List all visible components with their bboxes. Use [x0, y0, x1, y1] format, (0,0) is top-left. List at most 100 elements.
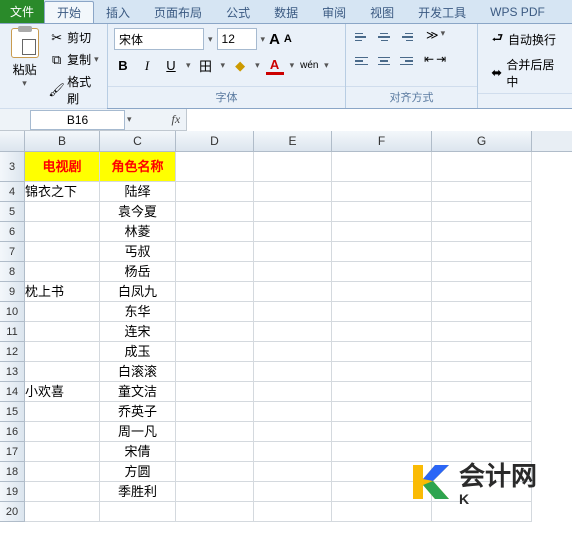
cell[interactable]	[254, 462, 332, 482]
row-header[interactable]: 6	[0, 222, 25, 242]
tab-wpspdf[interactable]: WPS PDF	[478, 1, 557, 23]
cell[interactable]	[25, 322, 100, 342]
cell[interactable]: 成玉	[100, 342, 176, 362]
cell[interactable]: 方圆	[100, 462, 176, 482]
cell[interactable]: 角色名称	[100, 152, 176, 182]
indent-dec-button[interactable]: ⇤	[424, 52, 434, 70]
cell[interactable]	[432, 342, 532, 362]
bold-button[interactable]: B	[114, 58, 132, 73]
font-color-button[interactable]: A	[266, 57, 284, 75]
cell[interactable]	[254, 302, 332, 322]
align-top-center-button[interactable]	[374, 28, 394, 46]
cell[interactable]	[254, 282, 332, 302]
cell[interactable]	[332, 152, 432, 182]
cell[interactable]	[332, 322, 432, 342]
chevron-down-icon[interactable]: ▾	[186, 60, 191, 71]
chevron-down-icon[interactable]: ▾	[208, 34, 213, 45]
cell[interactable]	[176, 222, 254, 242]
cell[interactable]	[176, 382, 254, 402]
cell[interactable]	[332, 422, 432, 442]
cell[interactable]	[332, 242, 432, 262]
chevron-down-icon[interactable]: ▾	[324, 60, 329, 71]
fx-icon[interactable]: fx	[172, 112, 181, 127]
cell[interactable]: 乔英子	[100, 402, 176, 422]
cell[interactable]	[254, 322, 332, 342]
cell[interactable]: 季胜利	[100, 482, 176, 502]
cell[interactable]	[332, 382, 432, 402]
wrap-text-button[interactable]: ⮐自动换行	[488, 30, 562, 49]
cell[interactable]	[25, 442, 100, 462]
cell[interactable]: 袁今夏	[100, 202, 176, 222]
col-header-e[interactable]: E	[254, 131, 332, 151]
row-header[interactable]: 16	[0, 422, 25, 442]
cell[interactable]	[176, 362, 254, 382]
cell[interactable]	[176, 182, 254, 202]
cell[interactable]	[176, 302, 254, 322]
col-header-b[interactable]: B	[25, 131, 100, 151]
cell[interactable]	[25, 462, 100, 482]
merge-center-button[interactable]: ⬌合并后居中	[488, 55, 562, 91]
phonetic-button[interactable]: wén	[300, 60, 318, 71]
row-header[interactable]: 11	[0, 322, 25, 342]
row-header[interactable]: 19	[0, 482, 25, 502]
formula-input[interactable]	[186, 109, 572, 131]
cell[interactable]	[254, 152, 332, 182]
row-header[interactable]: 18	[0, 462, 25, 482]
copy-button[interactable]: ⧉复制▾	[47, 50, 101, 69]
cell[interactable]: 丐叔	[100, 242, 176, 262]
align-top-left-button[interactable]	[352, 28, 372, 46]
cell[interactable]	[254, 182, 332, 202]
cell[interactable]	[332, 182, 432, 202]
cell[interactable]	[254, 422, 332, 442]
chevron-down-icon[interactable]: ▾	[221, 60, 226, 71]
grow-font-button[interactable]: A	[269, 31, 280, 48]
cell[interactable]: 陆绎	[100, 182, 176, 202]
cell[interactable]	[432, 402, 532, 422]
cell[interactable]	[254, 442, 332, 462]
cell[interactable]	[176, 202, 254, 222]
tab-file[interactable]: 文件	[0, 0, 44, 23]
cell[interactable]: 林菱	[100, 222, 176, 242]
cell[interactable]	[176, 402, 254, 422]
cell[interactable]: 白凤九	[100, 282, 176, 302]
chevron-down-icon[interactable]: ▾	[441, 28, 446, 46]
cell[interactable]: 连宋	[100, 322, 176, 342]
cell[interactable]	[25, 502, 100, 522]
cell[interactable]	[332, 342, 432, 362]
tab-formula[interactable]: 公式	[214, 1, 262, 23]
row-header[interactable]: 20	[0, 502, 25, 522]
cell[interactable]	[25, 422, 100, 442]
cell[interactable]: 周一凡	[100, 422, 176, 442]
paste-button[interactable]: 粘贴 ▾	[6, 28, 43, 89]
cell[interactable]	[25, 242, 100, 262]
orientation-button[interactable]: ≫	[426, 28, 439, 46]
cell[interactable]: 枕上书	[25, 282, 100, 302]
cell[interactable]: 电视剧	[25, 152, 100, 182]
cell[interactable]: 宋倩	[100, 442, 176, 462]
cell[interactable]	[332, 302, 432, 322]
cell[interactable]	[176, 342, 254, 362]
paste-dropdown-icon[interactable]: ▾	[22, 78, 27, 89]
select-all-corner[interactable]	[0, 131, 25, 151]
tab-data[interactable]: 数据	[262, 1, 310, 23]
cell[interactable]	[176, 462, 254, 482]
cell[interactable]	[432, 302, 532, 322]
indent-inc-button[interactable]: ⇥	[436, 52, 446, 70]
cell[interactable]	[332, 282, 432, 302]
cell[interactable]: 童文洁	[100, 382, 176, 402]
cell[interactable]	[176, 242, 254, 262]
chevron-down-icon[interactable]: ▾	[127, 114, 132, 125]
cell[interactable]: 杨岳	[100, 262, 176, 282]
cell[interactable]	[254, 482, 332, 502]
cell[interactable]	[254, 222, 332, 242]
cell[interactable]	[176, 422, 254, 442]
col-header-c[interactable]: C	[100, 131, 176, 151]
col-header-f[interactable]: F	[332, 131, 432, 151]
align-top-right-button[interactable]	[396, 28, 416, 46]
row-header[interactable]: 3	[0, 152, 25, 182]
row-header[interactable]: 13	[0, 362, 25, 382]
cell[interactable]: 东华	[100, 302, 176, 322]
row-header[interactable]: 8	[0, 262, 25, 282]
align-left-button[interactable]	[352, 52, 372, 70]
cell[interactable]	[432, 182, 532, 202]
